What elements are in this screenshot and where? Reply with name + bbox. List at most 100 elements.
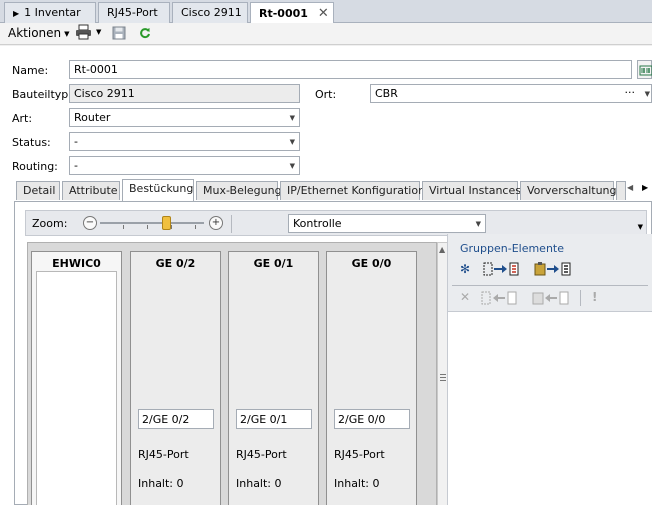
tab-detail[interactable]: Detail <box>16 181 60 200</box>
bauteiltyp-field: Cisco 2911 <box>69 84 300 103</box>
chevron-down-icon[interactable]: ▼ <box>638 223 643 231</box>
group-elements-panel: Gruppen-Elemente ✻ ✕ ! <box>447 234 652 505</box>
routing-select[interactable]: - ▼ <box>69 156 300 175</box>
tab-mux-belegung[interactable]: Mux-Belegung <box>196 181 282 200</box>
chevron-down-icon[interactable]: ▼ <box>645 90 650 98</box>
slot-area: EHWIC0 GE 0/2 2/GE 0/2 RJ45-Port Inhalt:… <box>27 242 437 505</box>
port-type: RJ45-Port <box>236 448 287 461</box>
delete-icon[interactable]: ✕ <box>460 290 470 304</box>
tab-vorverschaltung[interactable]: Vorverschaltung <box>520 181 617 200</box>
slot-title: EHWIC0 <box>52 257 101 270</box>
zoom-out-icon[interactable]: − <box>83 216 97 230</box>
tab-more[interactable] <box>616 181 626 200</box>
port-count: Inhalt: 0 <box>334 477 380 490</box>
slot-title: GE 0/2 <box>155 257 196 270</box>
tab-cisco-2911[interactable]: Cisco 2911 <box>172 2 248 23</box>
close-icon[interactable]: ✕ <box>318 6 329 21</box>
snowflake-icon[interactable]: ✻ <box>460 262 470 276</box>
zoom-tick <box>123 225 124 229</box>
slot-ehwic0[interactable]: EHWIC0 <box>31 251 122 505</box>
paste-to-group-button[interactable] <box>534 261 574 280</box>
port-field[interactable]: 2/GE 0/0 <box>334 409 410 429</box>
chevron-right-icon[interactable]: ▶ <box>642 183 648 192</box>
document-tab-bar: ▶ 1 Inventar RJ45-Port Cisco 2911 Rt-0001… <box>0 0 652 24</box>
tab-virtual-instances[interactable]: Virtual Instances <box>422 181 521 200</box>
name-field[interactable]: Rt-0001 <box>69 60 632 79</box>
move-from-group-button[interactable] <box>480 290 520 309</box>
print-button[interactable]: ▼ <box>75 24 101 43</box>
tab-ip-ethernet-konfiguration[interactable]: IP/Ethernet Konfiguration <box>280 181 425 200</box>
status-select[interactable]: - ▼ <box>69 132 300 151</box>
paste-right-icon <box>534 262 571 276</box>
port-count: Inhalt: 0 <box>138 477 184 490</box>
chevron-left-icon[interactable]: ◀ <box>627 183 633 192</box>
zoom-track <box>100 222 204 224</box>
tab-1-inventar[interactable]: ▶ 1 Inventar <box>4 2 96 23</box>
grip-line <box>440 374 446 375</box>
separator <box>580 290 581 306</box>
chevron-down-icon: ▼ <box>64 29 70 38</box>
chevron-down-icon: ▼ <box>289 114 295 122</box>
zoom-label: Zoom: <box>32 217 68 230</box>
slot-ge-0-2[interactable]: GE 0/2 2/GE 0/2 RJ45-Port Inhalt: 0 <box>130 251 221 505</box>
actions-menu-button[interactable]: Aktionen ▼ <box>8 26 70 40</box>
tab-rt-0001[interactable]: Rt-0001 ✕ <box>250 2 334 24</box>
view-mode-select[interactable]: Kontrolle ▼ <box>288 214 486 233</box>
move-left-icon <box>481 291 517 305</box>
tab-bestueckung[interactable]: Bestückung <box>122 179 194 201</box>
save-button[interactable] <box>112 26 126 43</box>
zoom-slider[interactable]: − + <box>83 216 223 230</box>
grip-line <box>440 377 446 378</box>
bauteiltyp-label: Bauteiltyp: <box>12 88 72 101</box>
status-label: Status: <box>12 136 51 149</box>
chevron-down-icon: ▼ <box>475 220 481 228</box>
zoom-bar: Zoom: − + Kontrolle ▼ ▼ <box>25 210 647 236</box>
ort-label: Ort: <box>315 88 337 101</box>
zoom-tick <box>195 225 196 229</box>
port-type: RJ45-Port <box>138 448 189 461</box>
grip-line <box>440 380 446 381</box>
play-icon: ▶ <box>13 9 20 18</box>
port-field[interactable]: 2/GE 0/1 <box>236 409 312 429</box>
move-right-icon <box>483 262 519 276</box>
tab-rj45-port[interactable]: RJ45-Port <box>98 2 170 23</box>
slot-ge-0-1[interactable]: GE 0/1 2/GE 0/1 RJ45-Port Inhalt: 0 <box>228 251 319 505</box>
art-select[interactable]: Router ▼ <box>69 108 300 127</box>
zoom-tick <box>147 225 148 229</box>
zoom-tick <box>171 225 172 229</box>
zoom-in-icon[interactable]: + <box>209 216 223 230</box>
move-to-group-button[interactable] <box>482 261 522 280</box>
chevron-down-icon: ▼ <box>289 138 295 146</box>
tab-attribute[interactable]: Attribute <box>62 181 120 200</box>
port-field[interactable]: 2/GE 0/2 <box>138 409 214 429</box>
save-icon <box>112 26 126 40</box>
chevron-up-icon[interactable]: ▲ <box>439 245 445 254</box>
toolbar: Aktionen ▼ ▼ <box>0 23 652 45</box>
refresh-button[interactable] <box>139 27 151 42</box>
routing-label: Routing: <box>12 160 58 173</box>
group-panel-header: Gruppen-Elemente ✻ ✕ ! <box>448 234 652 312</box>
slot-body <box>36 271 117 505</box>
slot-title: GE 0/0 <box>351 257 392 270</box>
chevron-down-icon: ▼ <box>96 27 102 36</box>
bestueckung-panel: Zoom: − + Kontrolle ▼ ▼ EHWIC0 GE 0/2 2/… <box>14 201 652 505</box>
name-label: Name: <box>12 64 49 77</box>
barcode-button[interactable] <box>637 60 652 79</box>
warning-icon[interactable]: ! <box>592 290 597 304</box>
slot-ge-0-0[interactable]: GE 0/0 2/GE 0/0 RJ45-Port Inhalt: 0 <box>326 251 417 505</box>
ort-field[interactable]: CBR ··· ▼ <box>370 84 652 103</box>
paste-left-icon <box>532 291 569 305</box>
port-count: Inhalt: 0 <box>236 477 282 490</box>
separator <box>452 285 648 286</box>
separator <box>231 215 232 233</box>
port-type: RJ45-Port <box>334 448 385 461</box>
art-label: Art: <box>12 112 33 125</box>
chevron-down-icon: ▼ <box>289 162 295 170</box>
refresh-icon <box>140 28 150 39</box>
paste-from-group-button[interactable] <box>532 290 572 309</box>
detail-form: Name: Rt-0001 Bauteiltyp: Cisco 2911 Ort… <box>0 46 652 505</box>
slot-title: GE 0/1 <box>253 257 294 270</box>
zoom-thumb[interactable] <box>162 216 171 230</box>
ellipsis-icon[interactable]: ··· <box>625 86 636 99</box>
printer-icon <box>76 24 91 40</box>
